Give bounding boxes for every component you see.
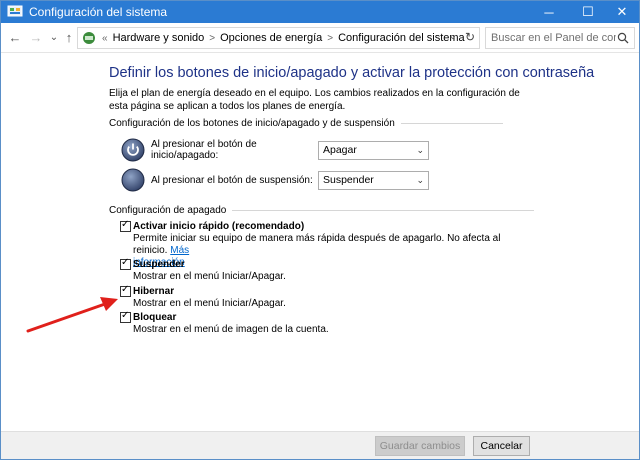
page-title: Definir los botones de inicio/apagado y … [109, 65, 595, 81]
search-icon[interactable] [617, 32, 629, 44]
power-button-label: Al presionar el botón de inicio/apagado: [151, 139, 257, 161]
cancel-button[interactable]: Cancelar [473, 436, 530, 456]
fast-startup-checkbox[interactable]: ✓ [120, 219, 131, 232]
power-button-action-value: Apagar [323, 143, 357, 156]
window-title: Configuración del sistema [29, 5, 168, 19]
sleep-button-label: Al presionar el botón de suspensión: [151, 174, 313, 186]
back-button[interactable]: ← [7, 29, 23, 47]
checkmark-icon: ✓ [121, 310, 130, 321]
section-heading-shutdown: Configuración de apagado [109, 205, 535, 216]
lock-checkbox[interactable]: ✓ [120, 310, 131, 323]
maximize-button[interactable]: ☐ [570, 1, 606, 23]
hibernate-checkbox[interactable]: ✓ [120, 284, 131, 297]
power-button-row: Al presionar el botón de inicio/apagado:… [121, 138, 429, 162]
control-panel-icon [83, 32, 95, 44]
checkmark-icon: ✓ [121, 257, 130, 268]
power-button-action-select[interactable]: Apagar ⌄ [318, 140, 429, 160]
sleep-button-row: Al presionar el botón de suspensión: Sus… [121, 168, 429, 192]
sleep-option: ✓ Suspender Mostrar en el menú Iniciar/A… [120, 257, 523, 283]
fast-startup-label[interactable]: Activar inicio rápido (recomendado) [133, 221, 304, 232]
search-input[interactable] [491, 32, 616, 44]
title-bar: Configuración del sistema ─ ☐ ✕ [1, 1, 639, 23]
hibernate-description: Mostrar en el menú Iniciar/Apagar. [133, 298, 286, 309]
more-info-link[interactable]: Más [170, 245, 189, 256]
forward-button[interactable]: → [28, 29, 44, 47]
section-divider [400, 123, 503, 124]
breadcrumb-system-settings[interactable]: Configuración del sistema [338, 32, 465, 44]
section-divider [232, 210, 535, 211]
chevron-down-icon: ⌄ [416, 174, 424, 185]
breadcrumb-overflow[interactable]: « [102, 33, 108, 44]
minimize-button[interactable]: ─ [531, 1, 567, 23]
sleep-button-action-value: Suspender [323, 173, 374, 186]
sleep-button-action-select[interactable]: Suspender ⌄ [318, 170, 429, 190]
breadcrumb-separator[interactable]: > [209, 33, 215, 44]
window: Configuración del sistema ─ ☐ ✕ ← → ⌄ ↑ … [0, 0, 640, 460]
breadcrumb-power-options[interactable]: Opciones de energía [220, 32, 322, 44]
sleep-moon-icon [121, 168, 145, 192]
lock-option: ✓ Bloquear Mostrar en el menú de imagen … [120, 310, 523, 336]
section-heading-buttons-label: Configuración de los botones de inicio/a… [109, 118, 395, 129]
breadcrumb-hardware[interactable]: Hardware y sonido [113, 32, 205, 44]
page-description: Elija el plan de energía deseado en el e… [109, 88, 520, 112]
sleep-description: Mostrar en el menú Iniciar/Apagar. [133, 271, 286, 282]
chevron-down-icon[interactable]: ⌄ [449, 31, 457, 42]
navigation-bar: ← → ⌄ ↑ « Hardware y sonido > Opciones d… [1, 23, 639, 53]
lock-label[interactable]: Bloquear [133, 312, 176, 323]
power-button-icon [121, 138, 145, 162]
section-heading-buttons: Configuración de los botones de inicio/a… [109, 118, 503, 129]
hibernate-option: ✓ Hibernar Mostrar en el menú Iniciar/Ap… [120, 284, 523, 310]
close-button[interactable]: ✕ [604, 1, 640, 23]
section-heading-shutdown-label: Configuración de apagado [109, 205, 227, 216]
sleep-label[interactable]: Suspender [133, 259, 185, 270]
checkmark-icon: ✓ [121, 284, 130, 295]
up-button[interactable]: ↑ [61, 29, 77, 47]
footer-bar: Guardar cambios Cancelar [1, 431, 639, 459]
lock-description: Mostrar en el menú de imagen de la cuent… [133, 324, 329, 335]
save-changes-button[interactable]: Guardar cambios [375, 436, 465, 456]
recent-locations-dropdown[interactable]: ⌄ [46, 29, 62, 47]
breadcrumb-separator[interactable]: > [327, 33, 333, 44]
refresh-icon[interactable]: ↻ [465, 30, 475, 44]
chevron-down-icon: ⌄ [416, 144, 424, 155]
address-bar[interactable]: « Hardware y sonido > Opciones de energí… [77, 27, 480, 49]
control-panel-icon [7, 5, 23, 17]
hibernate-label[interactable]: Hibernar [133, 286, 174, 297]
main-content: Definir los botones de inicio/apagado y … [1, 54, 639, 431]
search-box[interactable] [485, 27, 635, 49]
sleep-checkbox[interactable]: ✓ [120, 257, 131, 270]
checkmark-icon: ✓ [121, 219, 130, 230]
